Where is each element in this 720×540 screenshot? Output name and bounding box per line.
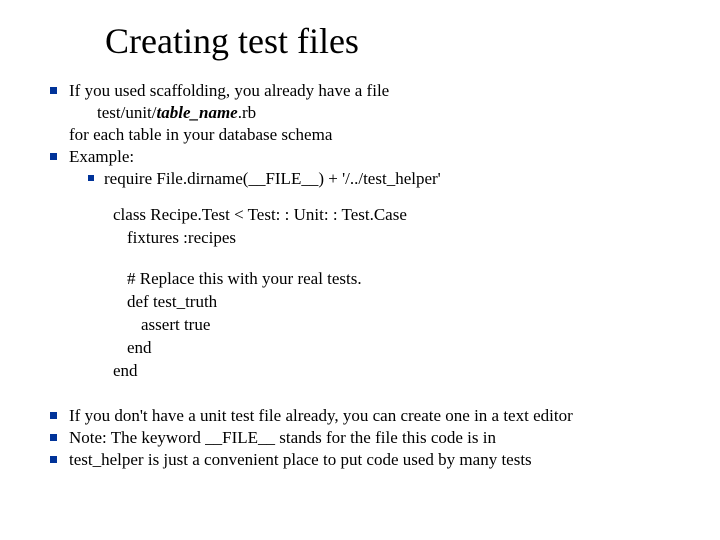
code-def: def test_truth	[127, 291, 675, 314]
code-class: class Recipe.Test < Test: : Unit: : Test…	[113, 204, 675, 227]
bullet-4: Note: The keyword __FILE__ stands for th…	[50, 427, 675, 449]
bullet-2-sub: require File.dirname(__FILE__) + '/../te…	[88, 168, 675, 190]
code-fixtures: fixtures :recipes	[127, 227, 675, 250]
code-assert: assert true	[141, 314, 675, 337]
b1-line1: If you used scaffolding, you already hav…	[69, 81, 389, 100]
bullet-2-text: Example:	[69, 146, 675, 168]
b2-sub-text: require File.dirname(__FILE__) + '/../te…	[104, 168, 675, 190]
b4-pre: Note: The keyword	[69, 428, 205, 447]
b5-pre: test_helper	[69, 450, 144, 469]
b1-path-post: .rb	[238, 103, 256, 122]
bullet-icon	[88, 175, 94, 181]
slide-container: Creating test files If you used scaffold…	[0, 0, 720, 491]
bullet-icon	[50, 153, 57, 160]
bullet-icon	[50, 87, 57, 94]
b4-post: stands for the file this code is in	[275, 428, 496, 447]
b4-key: __FILE__	[205, 428, 275, 447]
code-comment: # Replace this with your real tests.	[127, 268, 675, 291]
bullet-icon	[50, 434, 57, 441]
code-end2: end	[113, 360, 675, 383]
b1-path-pre: test/unit/	[97, 103, 157, 122]
code-block: class Recipe.Test < Test: : Unit: : Test…	[113, 204, 675, 383]
code-end1: end	[127, 337, 675, 360]
bullet-3: If you don't have a unit test file alrea…	[50, 405, 675, 427]
bullet-2: Example:	[50, 146, 675, 168]
bullet-1-text: If you used scaffolding, you already hav…	[69, 80, 675, 146]
bullet-5-text: test_helper is just a convenient place t…	[69, 449, 675, 471]
bullet-1: If you used scaffolding, you already hav…	[50, 80, 675, 146]
bullet-icon	[50, 456, 57, 463]
bullet-4-text: Note: The keyword __FILE__ stands for th…	[69, 427, 675, 449]
b5-post: is just a convenient place to put code u…	[144, 450, 532, 469]
bullet-icon	[50, 412, 57, 419]
b1-path-var: table_name	[157, 103, 238, 122]
b1-line3: for each table in your database schema	[69, 125, 332, 144]
bullet-5: test_helper is just a convenient place t…	[50, 449, 675, 471]
bullet-3-text: If you don't have a unit test file alrea…	[69, 405, 675, 427]
slide-title: Creating test files	[105, 20, 675, 62]
